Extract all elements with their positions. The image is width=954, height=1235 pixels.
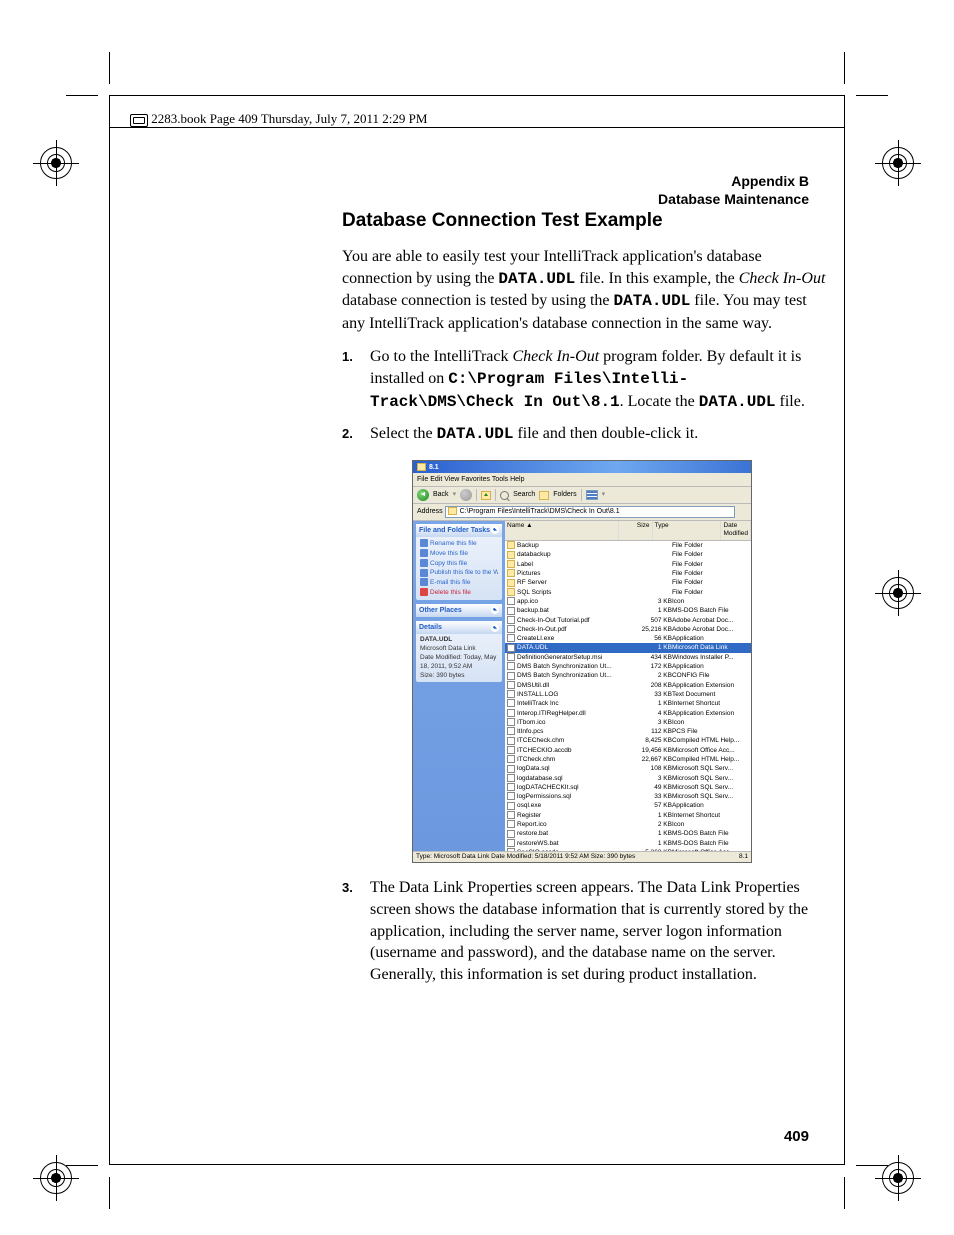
status-bar: Type: Microsoft Data Link Date Modified:… <box>413 851 751 863</box>
other-places-header[interactable]: Other Places <box>416 604 502 617</box>
details-header[interactable]: Details <box>416 621 502 634</box>
file-row[interactable]: PicturesFile Folder5/18/2011 9:52 AM <box>505 569 751 578</box>
file-row[interactable]: CreateLI.exe56 KBApplication6/28/2008 3:… <box>505 634 751 643</box>
file-row[interactable]: restoreWS.bat1 KBMS-DOS Batch File5/18/2… <box>505 839 751 848</box>
registration-mark <box>875 570 921 616</box>
file-row[interactable]: IntelliTrack Inc1 KBInternet Shortcut2/5… <box>505 699 751 708</box>
file-row[interactable]: logData.sql108 KBMicrosoft SQL Serv...5/… <box>505 764 751 773</box>
file-row[interactable]: DefinitionGeneratorSetup.msi434 KBWindow… <box>505 653 751 662</box>
task-link[interactable]: Move this file <box>420 549 498 559</box>
details-filename: DATA.UDL <box>420 636 498 645</box>
window-titlebar: 8.1 <box>413 461 751 473</box>
chevron-down-icon <box>491 606 499 614</box>
menu-bar[interactable]: File Edit View Favorites Tools Help <box>413 473 751 487</box>
file-row[interactable]: Register1 KBInternet Shortcut1/9/2008 3:… <box>505 811 751 820</box>
folder-icon <box>417 463 426 471</box>
file-row[interactable]: Check-In-Out.pdf25,216 KBAdobe Acrobat D… <box>505 625 751 634</box>
address-bar: Address C:\Program Files\IntelliTrack\DM… <box>413 504 751 520</box>
toolbar: ◄ Back ▾ Search Folders ▾ <box>413 487 751 504</box>
file-row[interactable]: Check-In-Out Tutorial.pdf507 KBAdobe Acr… <box>505 616 751 625</box>
task-link[interactable]: Delete this file <box>420 588 498 598</box>
task-link[interactable]: Rename this file <box>420 539 498 549</box>
file-list-pane: Name ▲ Size Type Date Modified BackupFil… <box>505 521 751 851</box>
file-row[interactable]: databackupFile Folder5/18/2011 9:52 AM <box>505 550 751 559</box>
file-row[interactable]: SecCIO.accde5,368 KBMicrosoft Office Acc… <box>505 848 751 851</box>
file-row[interactable]: ITCECheck.chm8,425 KBCompiled HTML Help.… <box>505 736 751 745</box>
crop-mark <box>109 52 110 84</box>
file-row[interactable]: INSTALL.LOG33 KBText Document5/18/2011 9… <box>505 690 751 699</box>
address-input[interactable]: C:\Program Files\IntelliTrack\DMS\Check … <box>445 506 735 517</box>
search-button[interactable]: Search <box>513 490 535 499</box>
task-link[interactable]: Copy this file <box>420 559 498 569</box>
explorer-screenshot: 8.1 File Edit View Favorites Tools Help … <box>412 460 752 864</box>
crop-mark <box>844 52 845 84</box>
chevron-up-icon <box>491 624 499 632</box>
crop-mark <box>109 1177 110 1209</box>
file-row[interactable]: ITCheck.chm22,667 KBCompiled HTML Help..… <box>505 755 751 764</box>
registration-mark <box>33 140 79 186</box>
registration-mark <box>875 1155 921 1201</box>
folders-icon[interactable] <box>539 491 549 500</box>
file-row[interactable]: DMSUtil.dll208 KBApplication Extension5/… <box>505 681 751 690</box>
file-row[interactable]: restore.bat1 KBMS-DOS Batch File5/18/201… <box>505 829 751 838</box>
folder-icon <box>448 507 457 515</box>
file-row[interactable]: logdatabase.sql3 KBMicrosoft SQL Serv...… <box>505 774 751 783</box>
registration-mark <box>875 140 921 186</box>
page-number: 409 <box>784 1128 809 1145</box>
crop-mark <box>66 95 98 96</box>
file-row[interactable]: RF ServerFile Folder5/18/2011 9:52 AM <box>505 578 751 587</box>
running-header: Appendix B Database Maintenance <box>658 172 809 208</box>
task-pane: File and Folder Tasks Rename this fileMo… <box>413 521 505 851</box>
back-button[interactable]: ◄ <box>417 489 429 501</box>
search-icon[interactable] <box>500 491 509 500</box>
intro-paragraph: You are able to easily test your Intelli… <box>342 246 827 334</box>
step-1: 1. Go to the IntelliTrack Check In-Out p… <box>342 346 827 413</box>
crop-mark <box>844 1177 845 1209</box>
file-row[interactable]: logDATACHECKIt.sql49 KBMicrosoft SQL Ser… <box>505 783 751 792</box>
file-row[interactable]: DMS Batch Synchronization Ut...172 KBApp… <box>505 662 751 671</box>
tasks-header[interactable]: File and Folder Tasks <box>416 524 502 537</box>
details-type: Microsoft Data Link <box>420 645 498 654</box>
file-row[interactable]: backup.bat1 KBMS-DOS Batch File5/18/2011… <box>505 606 751 615</box>
details-modified: Date Modified: Today, May 18, 2011, 9:52… <box>420 654 498 672</box>
registration-mark <box>33 1155 79 1201</box>
chevron-up-icon <box>491 526 499 534</box>
section-title: Database Connection Test Example <box>342 210 827 232</box>
file-row[interactable]: osql.exe57 KBApplication4/18/2001 12:22 … <box>505 801 751 810</box>
file-row[interactable]: BackupFile Folder5/18/2011 9:52 AM <box>505 541 751 550</box>
book-header: 2283.book Page 409 Thursday, July 7, 201… <box>130 111 427 127</box>
file-row[interactable]: ItInfo.pcs112 KBPCS File12/2/1999 8:02 A… <box>505 727 751 736</box>
folders-button[interactable]: Folders <box>553 490 576 499</box>
back-label[interactable]: Back <box>433 490 449 499</box>
file-row[interactable]: logPermissions.sql33 KBMicrosoft SQL Ser… <box>505 792 751 801</box>
file-row[interactable]: SQL ScriptsFile Folder5/18/2011 9:47 AM <box>505 588 751 597</box>
file-row[interactable]: ITCHECKIO.accdb19,456 KBMicrosoft Office… <box>505 746 751 755</box>
step-3: 3. The Data Link Properties screen appea… <box>342 877 827 985</box>
file-row[interactable]: LabelFile Folder5/18/2011 9:52 AM <box>505 560 751 569</box>
details-size: Size: 390 bytes <box>420 672 498 681</box>
task-link[interactable]: Publish this file to the Web <box>420 568 498 578</box>
file-row[interactable]: DMS Batch Synchronization Ut...2 KBCONFI… <box>505 671 751 680</box>
up-icon[interactable] <box>481 491 491 500</box>
file-row[interactable]: Interop.ITIRegHelper.dll4 KBApplication … <box>505 709 751 718</box>
step-2: 2. Select the DATA.UDL file and then dou… <box>342 423 827 446</box>
forward-button[interactable] <box>460 489 472 501</box>
crop-mark <box>66 1165 98 1166</box>
views-icon[interactable] <box>586 490 598 500</box>
file-row[interactable]: Report.ico2 KBIcon8/15/1995 2:00 AM <box>505 820 751 829</box>
crop-mark <box>856 1165 888 1166</box>
file-row[interactable]: ITbom.ico3 KBIcon7/25/2004 1:39 PM <box>505 718 751 727</box>
file-row[interactable]: DATA.UDL1 KBMicrosoft Data Link5/18/2011… <box>505 643 751 652</box>
file-row[interactable]: app.ico3 KBIcon7/25/2004 1:38 PM <box>505 597 751 606</box>
column-headers[interactable]: Name ▲ Size Type Date Modified <box>505 521 751 542</box>
task-link[interactable]: E-mail this file <box>420 578 498 588</box>
crop-mark <box>856 95 888 96</box>
